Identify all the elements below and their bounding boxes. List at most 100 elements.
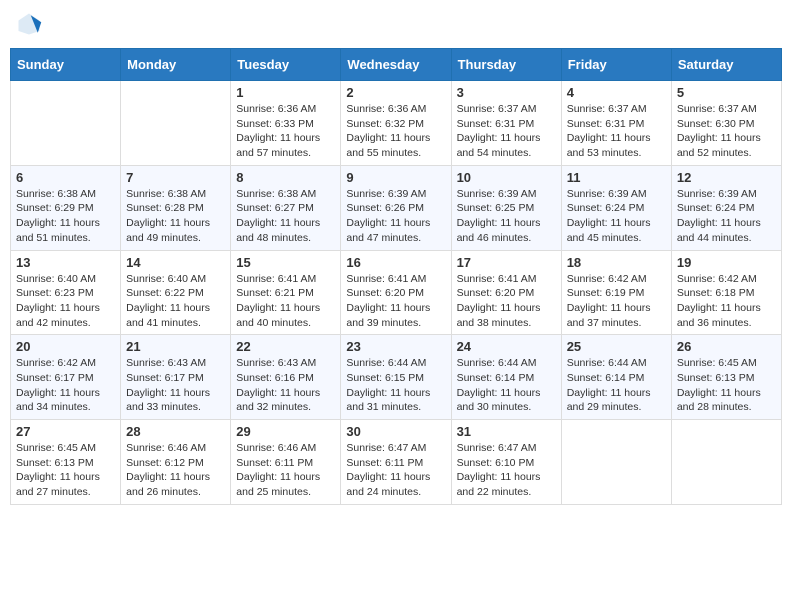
day-info: Sunrise: 6:39 AMSunset: 6:25 PMDaylight:… <box>457 187 556 246</box>
day-info: Sunrise: 6:38 AMSunset: 6:28 PMDaylight:… <box>126 187 225 246</box>
day-info: Sunrise: 6:44 AMSunset: 6:15 PMDaylight:… <box>346 356 445 415</box>
calendar-cell: 28Sunrise: 6:46 AMSunset: 6:12 PMDayligh… <box>121 420 231 505</box>
day-number: 5 <box>677 85 776 100</box>
day-number: 1 <box>236 85 335 100</box>
calendar-cell: 1Sunrise: 6:36 AMSunset: 6:33 PMDaylight… <box>231 81 341 166</box>
week-row-2: 6 Sunrise: 6:38 AMSunset: 6:29 PMDaylight… <box>11 165 782 250</box>
day-number: 11 <box>567 170 666 185</box>
day-number: 2 <box>346 85 445 100</box>
day-number: 25 <box>567 339 666 354</box>
calendar-cell: 17 Sunrise: 6:41 AMSunset: 6:20 PMDayligh… <box>451 250 561 335</box>
day-info: Sunrise: 6:42 AMSunset: 6:18 PMDaylight:… <box>677 272 776 331</box>
week-row-1: 1Sunrise: 6:36 AMSunset: 6:33 PMDaylight… <box>11 81 782 166</box>
week-row-4: 20 Sunrise: 6:42 AMSunset: 6:17 PMDayligh… <box>11 335 782 420</box>
calendar-table: SundayMondayTuesdayWednesdayThursdayFrid… <box>10 48 782 505</box>
calendar-cell: 2 Sunrise: 6:36 AMSunset: 6:32 PMDaylight… <box>341 81 451 166</box>
day-info: Sunrise: 6:39 AMSunset: 6:24 PMDaylight:… <box>567 187 666 246</box>
calendar-cell <box>561 420 671 505</box>
weekday-header-row: SundayMondayTuesdayWednesdayThursdayFrid… <box>11 49 782 81</box>
weekday-saturday: Saturday <box>671 49 781 81</box>
day-number: 4 <box>567 85 666 100</box>
day-info: Sunrise: 6:46 AMSunset: 6:12 PMDaylight:… <box>126 441 225 500</box>
calendar-cell: 15 Sunrise: 6:41 AMSunset: 6:21 PMDayligh… <box>231 250 341 335</box>
header <box>10 10 782 38</box>
calendar-cell: 19 Sunrise: 6:42 AMSunset: 6:18 PMDayligh… <box>671 250 781 335</box>
calendar-cell: 8 Sunrise: 6:38 AMSunset: 6:27 PMDaylight… <box>231 165 341 250</box>
day-info: Sunrise: 6:41 AMSunset: 6:20 PMDaylight:… <box>457 272 556 331</box>
day-number: 20 <box>16 339 115 354</box>
day-number: 9 <box>346 170 445 185</box>
day-info: Sunrise: 6:41 AMSunset: 6:21 PMDaylight:… <box>236 272 335 331</box>
calendar-cell: 24 Sunrise: 6:44 AMSunset: 6:14 PMDayligh… <box>451 335 561 420</box>
calendar-cell: 4 Sunrise: 6:37 AMSunset: 6:31 PMDaylight… <box>561 81 671 166</box>
calendar-cell: 16 Sunrise: 6:41 AMSunset: 6:20 PMDayligh… <box>341 250 451 335</box>
day-number: 18 <box>567 255 666 270</box>
calendar-cell <box>121 81 231 166</box>
day-number: 17 <box>457 255 556 270</box>
day-number: 14 <box>126 255 225 270</box>
calendar-cell <box>671 420 781 505</box>
day-number: 29 <box>236 424 335 439</box>
day-info: Sunrise: 6:44 AMSunset: 6:14 PMDaylight:… <box>567 356 666 415</box>
day-info: Sunrise: 6:39 AMSunset: 6:24 PMDaylight:… <box>677 187 776 246</box>
day-number: 26 <box>677 339 776 354</box>
calendar-cell: 12Sunrise: 6:39 AMSunset: 6:24 PMDayligh… <box>671 165 781 250</box>
day-number: 23 <box>346 339 445 354</box>
day-info: Sunrise: 6:41 AMSunset: 6:20 PMDaylight:… <box>346 272 445 331</box>
day-number: 13 <box>16 255 115 270</box>
day-number: 6 <box>16 170 115 185</box>
day-number: 10 <box>457 170 556 185</box>
weekday-monday: Monday <box>121 49 231 81</box>
calendar-cell: 21 Sunrise: 6:43 AMSunset: 6:17 PMDayligh… <box>121 335 231 420</box>
day-info: Sunrise: 6:38 AMSunset: 6:27 PMDaylight:… <box>236 187 335 246</box>
day-info: Sunrise: 6:47 AMSunset: 6:10 PMDaylight:… <box>457 441 556 500</box>
day-number: 31 <box>457 424 556 439</box>
day-number: 16 <box>346 255 445 270</box>
day-info: Sunrise: 6:40 AMSunset: 6:22 PMDaylight:… <box>126 272 225 331</box>
day-number: 24 <box>457 339 556 354</box>
weekday-wednesday: Wednesday <box>341 49 451 81</box>
calendar-cell: 6 Sunrise: 6:38 AMSunset: 6:29 PMDaylight… <box>11 165 121 250</box>
calendar-cell: 22 Sunrise: 6:43 AMSunset: 6:16 PMDayligh… <box>231 335 341 420</box>
calendar-cell: 18 Sunrise: 6:42 AMSunset: 6:19 PMDayligh… <box>561 250 671 335</box>
day-info: Sunrise: 6:37 AMSunset: 6:31 PMDaylight:… <box>567 102 666 161</box>
day-number: 22 <box>236 339 335 354</box>
calendar-cell: 20 Sunrise: 6:42 AMSunset: 6:17 PMDayligh… <box>11 335 121 420</box>
day-number: 30 <box>346 424 445 439</box>
calendar-cell: 10 Sunrise: 6:39 AMSunset: 6:25 PMDayligh… <box>451 165 561 250</box>
day-info: Sunrise: 6:42 AMSunset: 6:17 PMDaylight:… <box>16 356 115 415</box>
day-info: Sunrise: 6:39 AMSunset: 6:26 PMDaylight:… <box>346 187 445 246</box>
calendar-cell <box>11 81 121 166</box>
calendar-cell: 9 Sunrise: 6:39 AMSunset: 6:26 PMDaylight… <box>341 165 451 250</box>
day-number: 19 <box>677 255 776 270</box>
calendar-cell: 7 Sunrise: 6:38 AMSunset: 6:28 PMDaylight… <box>121 165 231 250</box>
logo <box>15 10 47 38</box>
day-number: 27 <box>16 424 115 439</box>
weekday-tuesday: Tuesday <box>231 49 341 81</box>
week-row-3: 13 Sunrise: 6:40 AMSunset: 6:23 PMDayligh… <box>11 250 782 335</box>
day-info: Sunrise: 6:43 AMSunset: 6:17 PMDaylight:… <box>126 356 225 415</box>
day-info: Sunrise: 6:46 AMSunset: 6:11 PMDaylight:… <box>236 441 335 500</box>
logo-icon <box>15 10 43 38</box>
calendar-cell: 11 Sunrise: 6:39 AMSunset: 6:24 PMDayligh… <box>561 165 671 250</box>
day-number: 15 <box>236 255 335 270</box>
calendar-cell: 5Sunrise: 6:37 AMSunset: 6:30 PMDaylight… <box>671 81 781 166</box>
day-info: Sunrise: 6:44 AMSunset: 6:14 PMDaylight:… <box>457 356 556 415</box>
day-number: 7 <box>126 170 225 185</box>
day-info: Sunrise: 6:37 AMSunset: 6:31 PMDaylight:… <box>457 102 556 161</box>
day-info: Sunrise: 6:42 AMSunset: 6:19 PMDaylight:… <box>567 272 666 331</box>
day-info: Sunrise: 6:36 AMSunset: 6:32 PMDaylight:… <box>346 102 445 161</box>
day-info: Sunrise: 6:40 AMSunset: 6:23 PMDaylight:… <box>16 272 115 331</box>
calendar-cell: 14 Sunrise: 6:40 AMSunset: 6:22 PMDayligh… <box>121 250 231 335</box>
calendar-cell: 29 Sunrise: 6:46 AMSunset: 6:11 PMDayligh… <box>231 420 341 505</box>
day-info: Sunrise: 6:43 AMSunset: 6:16 PMDaylight:… <box>236 356 335 415</box>
day-number: 21 <box>126 339 225 354</box>
calendar-cell: 25 Sunrise: 6:44 AMSunset: 6:14 PMDayligh… <box>561 335 671 420</box>
calendar-cell: 23 Sunrise: 6:44 AMSunset: 6:15 PMDayligh… <box>341 335 451 420</box>
calendar-cell: 27Sunrise: 6:45 AMSunset: 6:13 PMDayligh… <box>11 420 121 505</box>
day-number: 3 <box>457 85 556 100</box>
calendar-cell: 30Sunrise: 6:47 AMSunset: 6:11 PMDayligh… <box>341 420 451 505</box>
day-info: Sunrise: 6:38 AMSunset: 6:29 PMDaylight:… <box>16 187 115 246</box>
weekday-friday: Friday <box>561 49 671 81</box>
day-number: 8 <box>236 170 335 185</box>
